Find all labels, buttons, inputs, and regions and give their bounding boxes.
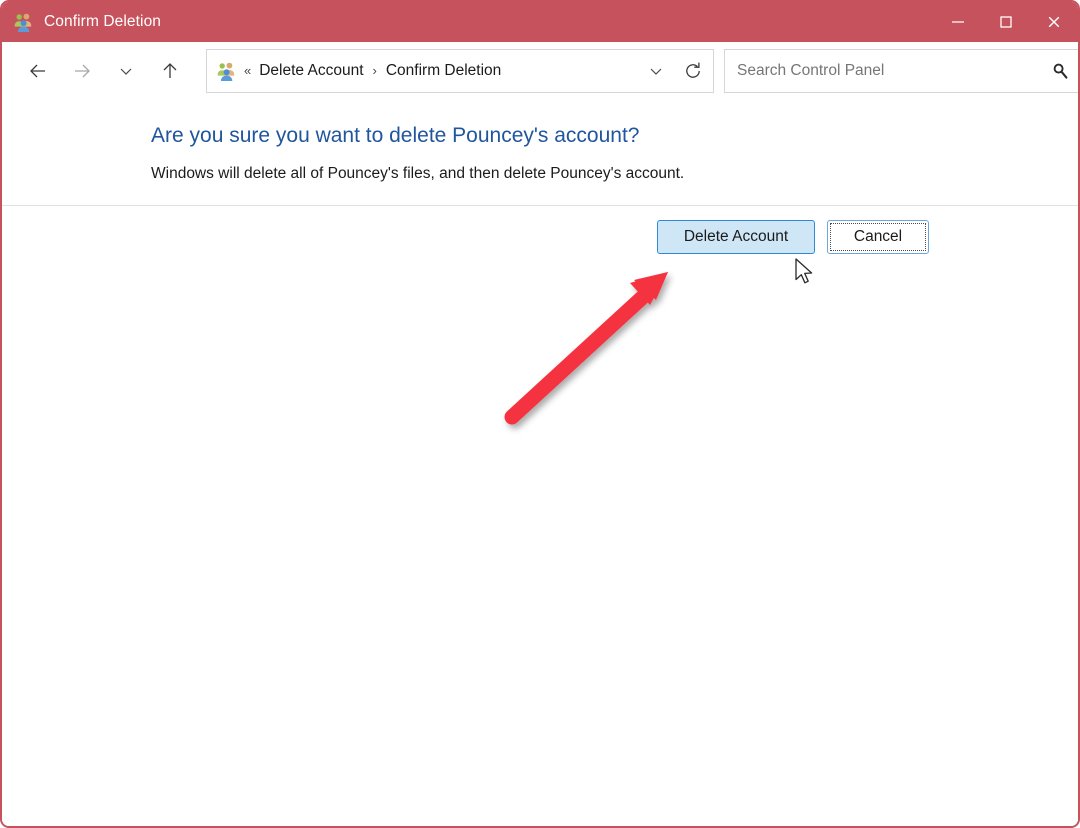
navigation-bar: « Delete Account › Confirm Deletion bbox=[2, 42, 1078, 99]
confirmation-section: Are you sure you want to delete Pouncey'… bbox=[2, 99, 1078, 205]
breadcrumb-user-accounts-icon bbox=[217, 61, 237, 81]
window-titlebar: Confirm Deletion bbox=[2, 2, 1078, 42]
page-title: Are you sure you want to delete Pouncey'… bbox=[151, 124, 640, 147]
cancel-button[interactable]: Cancel bbox=[827, 220, 929, 254]
back-arrow-icon[interactable] bbox=[20, 53, 56, 89]
user-accounts-icon bbox=[14, 12, 34, 32]
breadcrumb-item-confirm-deletion[interactable]: Confirm Deletion bbox=[386, 62, 501, 80]
recent-locations-chevron-down-icon[interactable] bbox=[108, 53, 144, 89]
maximize-button[interactable] bbox=[982, 2, 1030, 42]
address-bar[interactable]: « Delete Account › Confirm Deletion bbox=[206, 48, 714, 93]
window-title: Confirm Deletion bbox=[44, 13, 162, 30]
control-panel-window: Confirm Deletion « Delete Account › Conf… bbox=[0, 0, 1080, 828]
action-button-bar: Delete Account Cancel bbox=[2, 206, 1078, 268]
search-box[interactable] bbox=[724, 48, 1078, 93]
window-controls bbox=[934, 2, 1078, 42]
empty-body-area bbox=[2, 268, 1078, 826]
close-button[interactable] bbox=[1030, 2, 1078, 42]
content-area: Are you sure you want to delete Pouncey'… bbox=[2, 99, 1078, 826]
breadcrumb-overflow-chevron[interactable]: « bbox=[244, 63, 251, 78]
address-dropdown-chevron-down-icon[interactable] bbox=[639, 50, 673, 92]
confirmation-description: Windows will delete all of Pouncey's fil… bbox=[151, 165, 685, 183]
delete-account-button[interactable]: Delete Account bbox=[657, 220, 815, 254]
search-icon[interactable] bbox=[1042, 51, 1078, 91]
search-input[interactable] bbox=[725, 49, 1042, 92]
forward-arrow-icon[interactable] bbox=[64, 53, 100, 89]
up-arrow-icon[interactable] bbox=[152, 53, 188, 89]
breadcrumb-separator-icon: › bbox=[372, 63, 377, 78]
breadcrumb-item-delete-account[interactable]: Delete Account bbox=[259, 62, 363, 80]
refresh-icon[interactable] bbox=[673, 50, 713, 92]
minimize-button[interactable] bbox=[934, 2, 982, 42]
cancel-button-label: Cancel bbox=[853, 228, 903, 245]
screenshot-root: Confirm Deletion « Delete Account › Conf… bbox=[0, 0, 1080, 828]
